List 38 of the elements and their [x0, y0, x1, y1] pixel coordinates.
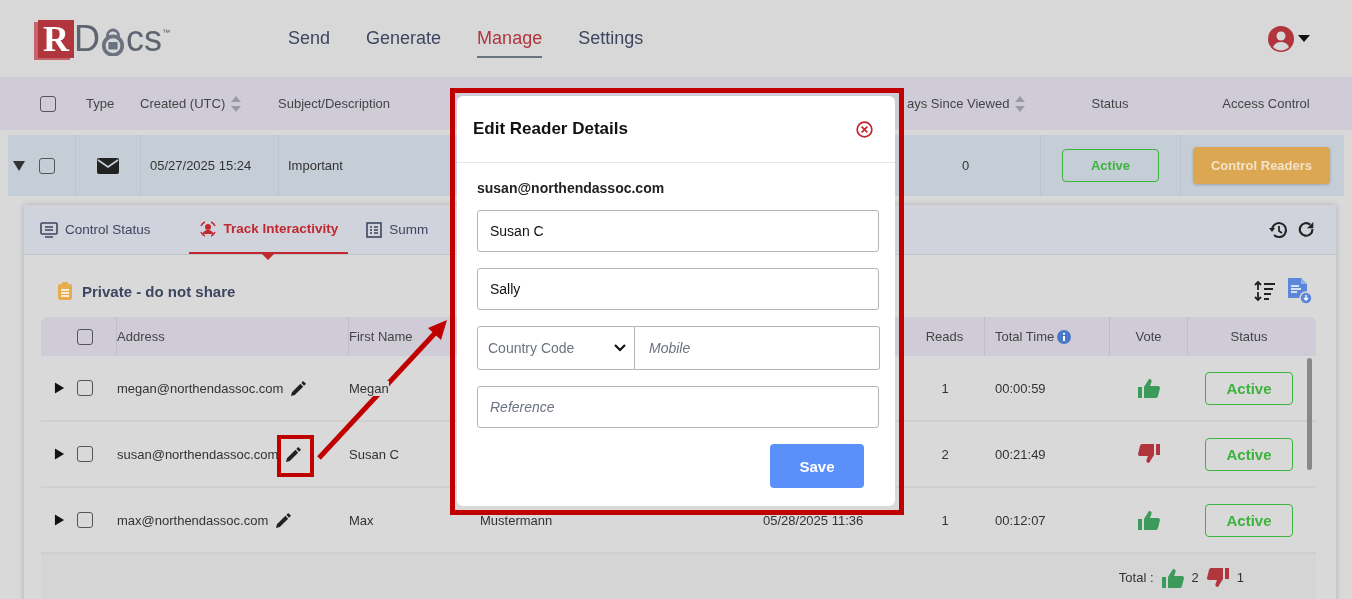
table-cell: Mustermann	[480, 512, 553, 528]
table-cell: 2	[941, 446, 949, 462]
table-cell: max@northendassoc.com	[117, 512, 269, 528]
status-badge: Active	[1062, 149, 1159, 182]
logo-text-end: cs	[126, 19, 162, 58]
logo-text-start: D	[74, 19, 100, 58]
table-cell: 05/27/2025 15:24	[150, 158, 252, 173]
table-cell: 00:21:49	[995, 446, 1046, 462]
status-badge: Active	[1205, 371, 1293, 405]
status-badge: Active	[1205, 503, 1293, 537]
table-cell: 0	[961, 158, 970, 173]
table-cell: susan@northendassoc.com	[117, 446, 279, 462]
column-header: Access Control	[1222, 96, 1310, 111]
document-note: Private - do not share	[82, 282, 236, 300]
status-badge: Active	[1205, 437, 1293, 471]
table-cell: Megan	[349, 380, 389, 396]
dialog-title: Edit Reader Details	[473, 119, 628, 139]
table-cell: 00:00:59	[995, 380, 1046, 396]
column-header: Status	[1091, 96, 1129, 111]
reader-email: susan@northendassoc.com	[477, 180, 666, 196]
table-cell: 1	[941, 512, 949, 528]
column-header: Total Time	[995, 329, 1055, 344]
total-label: Total :	[1118, 570, 1154, 585]
trademark-mark: ™	[162, 27, 170, 37]
column-header: Subject/Description	[278, 96, 390, 111]
table-cell: 1	[941, 380, 949, 396]
table-cell: 00:12:07	[995, 512, 1046, 528]
table-cell: 05/28/2025 11:36	[763, 512, 864, 528]
column-header: Type	[86, 96, 115, 111]
column-header: Vote	[1135, 329, 1162, 344]
up-vote-count: 2	[1191, 570, 1199, 585]
column-header: Address	[117, 329, 165, 344]
down-vote-count: 1	[1236, 570, 1244, 585]
table-cell: Important	[288, 158, 343, 173]
column-header: Reads	[925, 329, 964, 344]
column-header: Status	[1230, 329, 1268, 344]
table-cell: megan@northendassoc.com	[117, 380, 284, 396]
column-header: First Name	[349, 329, 413, 344]
